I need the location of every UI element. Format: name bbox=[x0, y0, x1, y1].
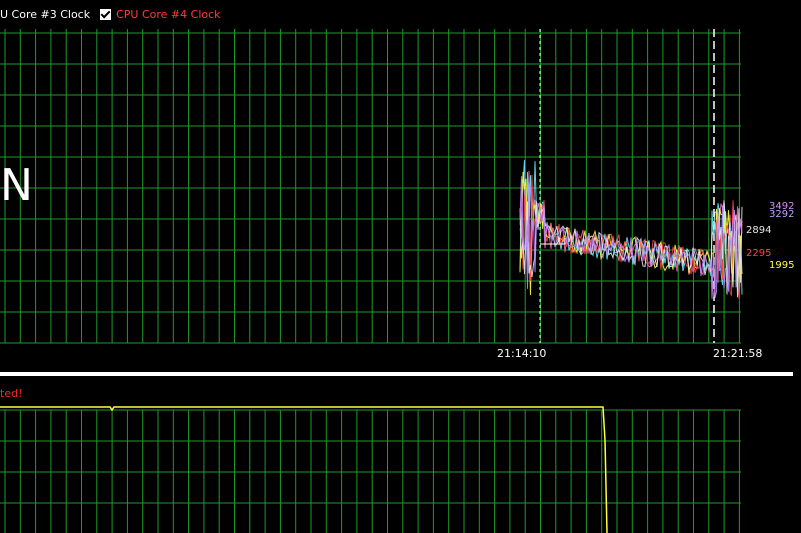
top-graph-grid bbox=[0, 29, 741, 344]
bottom-graph-grid bbox=[0, 409, 741, 533]
partial-big-text: N bbox=[0, 160, 33, 211]
graph-divider bbox=[0, 372, 793, 376]
value-3292: 3292 bbox=[769, 209, 795, 220]
bottom-yellow-trace bbox=[0, 406, 608, 533]
value-2295: 2295 bbox=[746, 248, 772, 259]
time-tick-1: 21:14:10 bbox=[497, 347, 547, 360]
value-2894: 2894 bbox=[746, 225, 772, 236]
time-tick-2: 21:21:58 bbox=[713, 347, 763, 360]
warning-text: ted! bbox=[0, 387, 23, 400]
graph-canvas bbox=[0, 29, 743, 533]
value-1995: 1995 bbox=[769, 260, 795, 271]
